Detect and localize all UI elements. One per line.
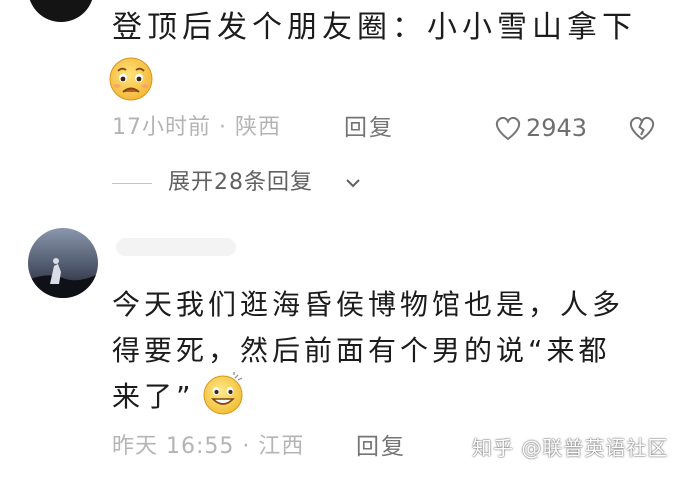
- avatar[interactable]: [28, 0, 94, 22]
- watermark: 知乎 @联普英语社区: [472, 436, 669, 460]
- chevron-down-icon: [346, 179, 360, 188]
- comment-time-location: 17小时前 · 陕西: [112, 115, 281, 140]
- comment-text: 今天我们逛海昏侯博物馆也是，人多 得要死，然后前面有个男的说“来都 来了”: [112, 282, 672, 420]
- comment-line: 得要死，然后前面有个男的说“来都: [112, 334, 611, 367]
- fearful-face-emoji: [109, 57, 153, 101]
- comment-feed: 登顶后发个朋友圈：小小雪山拿下 17小时前 · 陕西 回复 2943 展开28条…: [0, 0, 690, 477]
- comment-line: 来了”: [112, 380, 195, 413]
- comment-line: 今天我们逛海昏侯博物馆也是，人多: [112, 288, 625, 321]
- like-count: 2943: [526, 114, 588, 142]
- comment-text: 登顶后发个朋友圈：小小雪山拿下: [112, 10, 637, 45]
- comment-time-location: 昨天 16:55 · 江西: [112, 434, 305, 459]
- grinning-face-emoji: [203, 372, 243, 415]
- comment-line-last: 来了”: [112, 372, 672, 420]
- username-placeholder: [116, 238, 236, 256]
- divider: [112, 183, 152, 184]
- heart-icon[interactable]: [494, 115, 522, 141]
- expand-replies-label: 展开28条回复: [168, 170, 313, 195]
- broken-heart-icon[interactable]: [628, 115, 656, 141]
- reply-button[interactable]: 回复: [344, 112, 394, 144]
- reply-button[interactable]: 回复: [356, 430, 406, 464]
- avatar[interactable]: [28, 228, 98, 298]
- comment-meta-row: 17小时前 · 陕西 回复 2943: [112, 112, 672, 144]
- expand-replies-button[interactable]: 展开28条回复: [112, 168, 412, 198]
